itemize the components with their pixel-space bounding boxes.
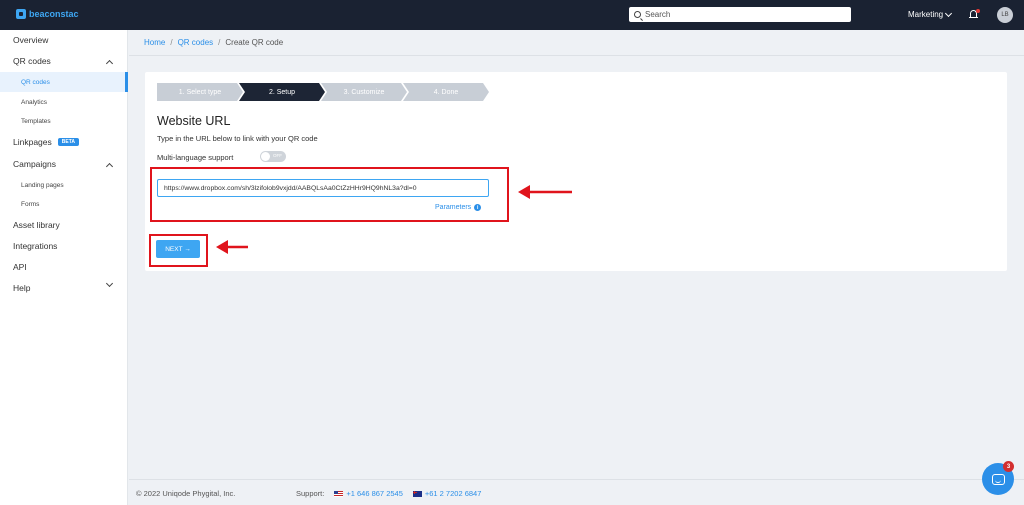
footer: © 2022 Uniqode Phygital, Inc. Support: +…: [129, 479, 1024, 505]
chevron-down-icon: [945, 9, 953, 17]
chat-badge: 3: [1003, 461, 1014, 472]
toggle-state: OFF: [273, 153, 282, 158]
logo-text: beaconstac: [29, 9, 79, 19]
sidebar-item-qr-codes[interactable]: QR codes: [0, 51, 128, 71]
breadcrumb-home[interactable]: Home: [144, 38, 165, 47]
sidebar: Overview QR codes QR codes Analytics Tem…: [0, 30, 128, 505]
sidebar-item-overview[interactable]: Overview: [0, 30, 128, 50]
workspace-dropdown[interactable]: Marketing: [908, 9, 953, 19]
search-input[interactable]: [645, 10, 835, 19]
form-title: Website URL: [157, 114, 231, 128]
notifications-bell-icon[interactable]: [969, 9, 980, 19]
support-info: Support: +1 646 867 2545 +61 2 7202 6847: [296, 489, 481, 498]
breadcrumb-current: Create QR code: [225, 38, 284, 47]
chevron-up-icon: [105, 59, 114, 68]
support-phone-au[interactable]: +61 2 7202 6847: [412, 489, 481, 498]
chat-icon: [991, 473, 1005, 485]
sidebar-subitem-landing-pages[interactable]: Landing pages: [0, 175, 128, 195]
copyright-text: © 2022 Uniqode Phygital, Inc.: [136, 489, 236, 498]
beaconstac-logo[interactable]: beaconstac: [16, 9, 79, 19]
breadcrumb-separator: /: [218, 38, 221, 47]
sidebar-item-help[interactable]: Help: [0, 278, 128, 298]
sidebar-item-api[interactable]: API: [0, 257, 128, 277]
sidebar-subitem-qr-codes[interactable]: QR codes: [0, 72, 128, 92]
annotation-arrow-icon: [518, 185, 572, 199]
sidebar-subitem-templates[interactable]: Templates: [0, 111, 128, 131]
user-avatar[interactable]: LB: [997, 7, 1013, 23]
top-bar: beaconstac Marketing LB: [0, 0, 1024, 30]
annotation-arrow-icon: [216, 240, 248, 254]
wizard-steps: 1. Select type 2. Setup 3. Customize 4. …: [157, 83, 489, 101]
au-flag-icon: [412, 491, 422, 498]
toggle-knob: [261, 152, 270, 161]
multilang-toggle[interactable]: OFF: [260, 151, 286, 162]
sidebar-subitem-forms[interactable]: Forms: [0, 194, 128, 214]
breadcrumb-separator: /: [170, 38, 173, 47]
sidebar-item-asset-library[interactable]: Asset library: [0, 215, 128, 235]
chevron-down-icon: [105, 279, 114, 288]
workspace-name: Marketing: [908, 10, 944, 19]
form-subtitle: Type in the URL below to link with your …: [157, 134, 318, 143]
notification-dot: [976, 9, 980, 13]
chevron-up-icon: [105, 162, 114, 171]
breadcrumb: Home / QR codes / Create QR code: [144, 38, 283, 47]
us-flag-icon: [334, 491, 344, 498]
multilang-label: Multi-language support: [157, 153, 234, 162]
sidebar-item-linkpages[interactable]: Linkpages BETA: [0, 132, 128, 152]
step-customize: 3. Customize: [321, 83, 407, 101]
annotation-highlight-next: [149, 234, 208, 267]
annotation-highlight-url: [150, 167, 509, 222]
step-select-type[interactable]: 1. Select type: [157, 83, 243, 101]
support-label: Support:: [296, 489, 325, 498]
step-setup: 2. Setup: [239, 83, 325, 101]
sidebar-item-integrations[interactable]: Integrations: [0, 236, 128, 256]
step-done: 4. Done: [403, 83, 489, 101]
sidebar-subitem-analytics[interactable]: Analytics: [0, 92, 128, 112]
support-phone-us[interactable]: +1 646 867 2545: [334, 489, 403, 498]
logo-icon: [16, 9, 26, 19]
sidebar-item-campaigns[interactable]: Campaigns: [0, 154, 128, 174]
breadcrumb-qr-codes[interactable]: QR codes: [178, 38, 214, 47]
search-box[interactable]: [629, 7, 851, 22]
search-icon: [634, 11, 641, 18]
beta-badge: BETA: [57, 138, 80, 146]
breadcrumb-divider: [129, 55, 1024, 56]
